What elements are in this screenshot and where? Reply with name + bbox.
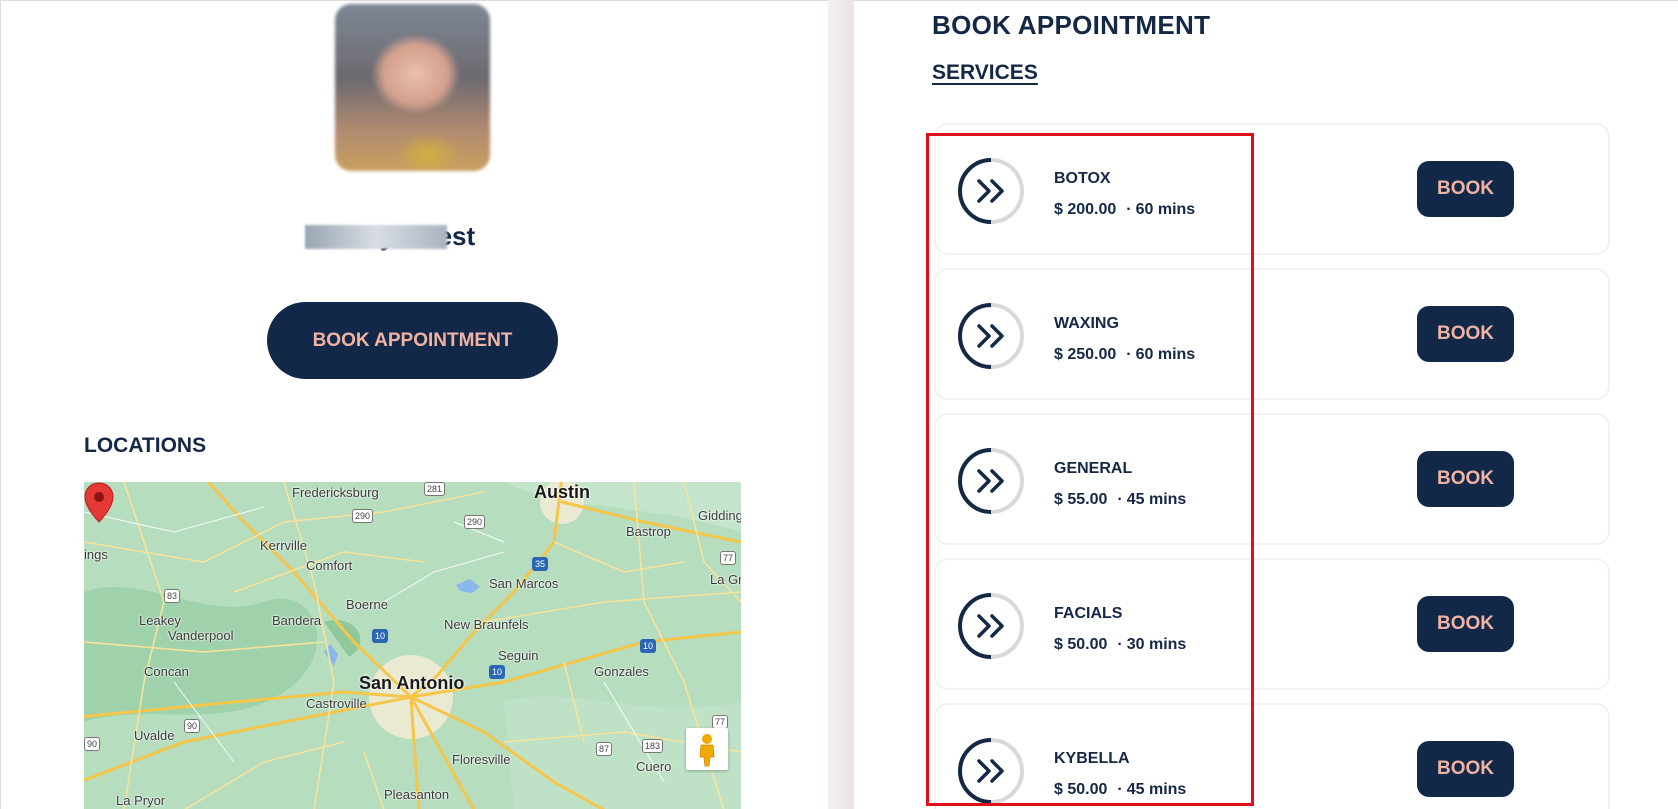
service-price: $ 50.00 — [1054, 636, 1108, 653]
map-label-gonzales: Gonzales — [594, 664, 649, 679]
highway-shield: 77 — [712, 715, 729, 729]
highway-shield: 77 — [720, 551, 737, 565]
services-heading[interactable]: SERVICES — [932, 61, 1038, 85]
service-price: $ 250.00 — [1054, 346, 1117, 363]
map-label-san-marcos: San Marcos — [489, 576, 559, 591]
map-label-san-antonio: San Antonio — [359, 673, 465, 693]
service-duration: 30 mins — [1126, 636, 1187, 653]
map-label-castroville: Castroville — [306, 696, 367, 711]
service-duration: 60 mins — [1135, 201, 1196, 218]
booking-panel: BOOK APPOINTMENT SERVICES BOTOX $ 200.00… — [854, 1, 1678, 809]
service-card-botox[interactable]: BOTOX $ 200.00 · 60 mins BOOK — [934, 123, 1610, 255]
map-label-floresville: Floresville — [452, 752, 511, 767]
service-arrow-icon — [957, 158, 1024, 224]
service-price: $ 55.00 — [1054, 491, 1108, 508]
map-label-austin: Austin — [534, 482, 590, 502]
map-label-concan: Concan — [144, 664, 189, 679]
book-kybella-button[interactable]: BOOK — [1417, 741, 1514, 797]
service-name: GENERAL — [1054, 460, 1133, 477]
service-duration: 45 mins — [1126, 491, 1187, 508]
book-general-button[interactable]: BOOK — [1417, 451, 1514, 507]
highway-shield: 83 — [164, 589, 181, 603]
profile-avatar — [335, 4, 490, 171]
service-card-kybella[interactable]: KYBELLA $ 50.00 · 45 mins BOOK — [934, 703, 1610, 809]
map-label-cuero: Cuero — [636, 759, 672, 774]
service-meta: $ 50.00 · 45 mins — [1054, 781, 1187, 798]
highway-shield: 183 — [642, 739, 664, 753]
map-label-bandera: Bandera — [272, 613, 322, 628]
highway-shield: 281 — [424, 482, 446, 496]
map-label-leakey: Leakey — [139, 613, 181, 628]
service-name: FACIALS — [1054, 605, 1123, 622]
book-waxing-button[interactable]: BOOK — [1417, 306, 1514, 362]
book-appointment-button[interactable]: BOOK APPOINTMENT — [267, 302, 558, 379]
service-card-waxing[interactable]: WAXING $ 250.00 · 60 mins BOOK — [934, 268, 1610, 400]
map-label-seguin: Seguin — [498, 648, 539, 663]
service-name: WAXING — [1054, 315, 1119, 332]
service-price: $ 200.00 — [1054, 201, 1117, 218]
service-duration: 60 mins — [1135, 346, 1196, 363]
map-pin-icon[interactable] — [84, 482, 114, 524]
highway-shield: 35 — [532, 557, 549, 571]
location-map[interactable]: Fredericksburg Austin Kerrville Comfort … — [84, 482, 741, 809]
service-arrow-icon — [957, 303, 1024, 369]
highway-shield: 10 — [640, 639, 657, 653]
highway-shield: 87 — [596, 742, 613, 756]
map-label-boerne: Boerne — [346, 597, 388, 612]
book-botox-button[interactable]: BOOK — [1417, 161, 1514, 217]
column-divider — [828, 0, 854, 809]
service-meta: $ 200.00 · 60 mins — [1054, 201, 1196, 218]
service-name: BOTOX — [1054, 170, 1111, 187]
highway-shield: 90 — [84, 737, 101, 751]
service-price: $ 50.00 — [1054, 781, 1108, 798]
service-arrow-icon — [957, 593, 1024, 659]
profile-panel: D y w test BOOK APPOINTMENT LOCATIONS — [1, 1, 828, 809]
map-label-la-grange: La Gra — [710, 572, 741, 587]
map-label-uvalde: Uvalde — [134, 728, 175, 743]
map-label-vanderpool: Vanderpool — [168, 628, 234, 643]
map-label-pleasanton: Pleasanton — [384, 787, 450, 802]
service-card-general[interactable]: GENERAL $ 55.00 · 45 mins BOOK — [934, 413, 1610, 545]
map-label-fredericksburg: Fredericksburg — [292, 485, 379, 500]
map-label-la-pryor: La Pryor — [116, 793, 166, 808]
service-arrow-icon — [957, 448, 1024, 514]
highway-shield: 290 — [464, 515, 486, 529]
service-card-facials[interactable]: FACIALS $ 50.00 · 30 mins BOOK — [934, 558, 1610, 690]
map-label-comfort: Comfort — [306, 558, 353, 573]
service-meta: $ 55.00 · 45 mins — [1054, 491, 1187, 508]
highway-shield: 90 — [184, 719, 201, 733]
map-label-kerrville: Kerrville — [260, 538, 307, 553]
name-redaction-mask — [305, 225, 447, 249]
book-appointment-heading: BOOK APPOINTMENT — [932, 10, 1211, 40]
service-meta: $ 50.00 · 30 mins — [1054, 636, 1187, 653]
service-arrow-icon — [957, 738, 1024, 804]
service-duration: 45 mins — [1126, 781, 1187, 798]
map-label-bastrop: Bastrop — [626, 524, 671, 539]
map-label-giddings: Giddings — [698, 508, 741, 523]
street-view-pegman-icon[interactable] — [686, 728, 728, 770]
locations-heading: LOCATIONS — [84, 434, 207, 457]
highway-shield: 290 — [352, 509, 374, 523]
service-name: KYBELLA — [1054, 750, 1130, 767]
book-facials-button[interactable]: BOOK — [1417, 596, 1514, 652]
highway-shield: 10 — [489, 665, 506, 679]
map-label-new-braunfels: New Braunfels — [444, 617, 529, 632]
service-meta: $ 250.00 · 60 mins — [1054, 346, 1196, 363]
map-label-ings: ings — [84, 547, 108, 562]
highway-shield: 10 — [372, 629, 389, 643]
